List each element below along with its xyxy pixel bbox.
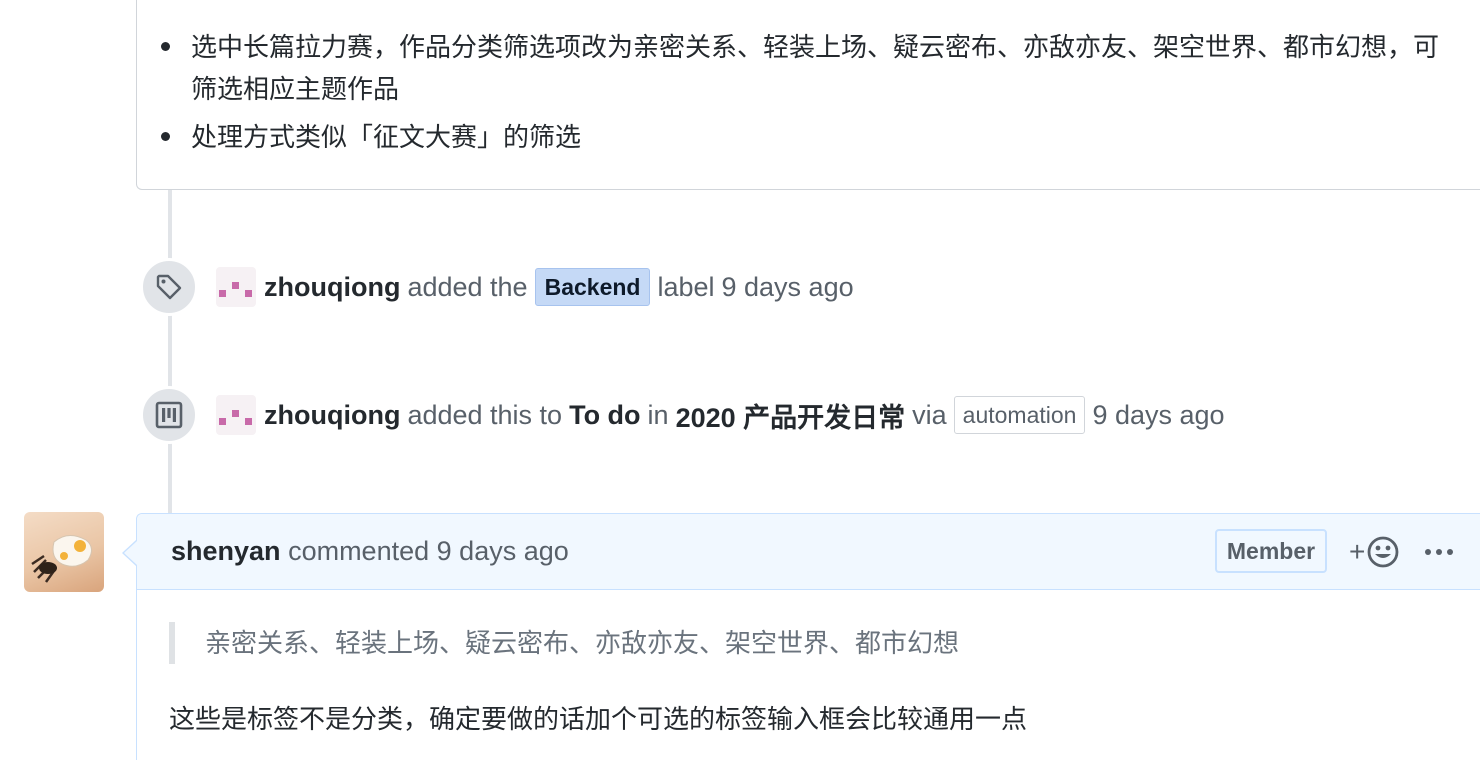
event-description: zhouqiong added the Backend label 9 days… — [264, 268, 854, 306]
automation-badge: automation — [953, 396, 1086, 434]
event-timestamp[interactable]: 9 days ago — [722, 272, 854, 303]
event-action-text: added this to — [407, 399, 563, 430]
comment-blockquote: 亲密关系、轻装上场、疑云密布、亦敌亦友、架空世界、都市幻想 — [169, 622, 959, 664]
kebab-horizontal-icon — [1425, 549, 1453, 555]
previous-comment-body: 选中长篇拉力赛，作品分类筛选项改为亲密关系、轻装上场、疑云密布、亦敌亦友、架空世… — [136, 0, 1480, 190]
avatar[interactable] — [216, 267, 256, 307]
timeline-event-project: zhouqiong added this to To do in 2020 产品… — [140, 386, 1225, 444]
project-icon — [155, 401, 183, 429]
more-options-button[interactable] — [1423, 536, 1455, 568]
comment-author-link[interactable]: shenyan — [171, 536, 281, 566]
event-action-text: added the — [407, 271, 528, 302]
comment-body-text: 这些是标签不是分类，确定要做的话加个可选的标签输入框会比较通用一点 — [169, 704, 1028, 734]
project-name-link[interactable]: 2020 产品开发日常 — [676, 396, 906, 435]
bullet-icon — [161, 132, 170, 141]
avatar-image — [31, 535, 92, 583]
event-description: zhouqiong added this to To do in 2020 产品… — [264, 396, 1225, 435]
plus-text: + — [1349, 536, 1366, 567]
event-author-link[interactable]: zhouqiong — [264, 400, 400, 431]
project-column-name: To do — [569, 399, 641, 430]
comment: shenyan commented 9 days ago Member + 亲密… — [136, 513, 1480, 760]
avatar[interactable] — [24, 512, 104, 592]
event-via-text: via — [912, 399, 947, 430]
comment-timestamp[interactable]: 9 days ago — [437, 536, 569, 566]
comment-header: shenyan commented 9 days ago Member + — [137, 514, 1480, 590]
issue-timeline: 选中长篇拉力赛，作品分类筛选项改为亲密关系、轻装上场、疑云密布、亦敌亦友、架空世… — [0, 0, 1480, 760]
comment-pointer-inner — [124, 541, 137, 565]
timeline-line — [168, 190, 172, 516]
bullet-icon — [161, 42, 170, 51]
list-item: 处理方式类似「征文大赛」的筛选 — [161, 116, 1441, 158]
tag-icon — [156, 274, 182, 300]
label-badge-backend[interactable]: Backend — [534, 268, 651, 306]
comment-action-text: commented — [288, 536, 430, 566]
member-badge: Member — [1215, 529, 1327, 573]
comment-list: 选中长篇拉力赛，作品分类筛选项改为亲密关系、轻装上场、疑云密布、亦敌亦友、架空世… — [161, 26, 1441, 164]
comment-meta: shenyan commented 9 days ago — [171, 536, 569, 567]
event-timestamp[interactable]: 9 days ago — [1092, 400, 1224, 431]
list-item-text: 选中长篇拉力赛，作品分类筛选项改为亲密关系、轻装上场、疑云密布、亦敌亦友、架空世… — [191, 32, 1440, 104]
event-in-text: in — [647, 399, 669, 430]
tag-icon-badge — [140, 258, 198, 316]
smiley-icon — [1367, 536, 1399, 568]
project-icon-badge — [140, 386, 198, 444]
timeline-event-labeled: zhouqiong added the Backend label 9 days… — [140, 258, 854, 316]
add-reaction-button[interactable]: + — [1349, 534, 1401, 570]
list-item-text: 处理方式类似「征文大赛」的筛选 — [191, 122, 582, 152]
event-post-text: label — [657, 271, 715, 302]
event-author-link[interactable]: zhouqiong — [264, 272, 400, 303]
avatar[interactable] — [216, 395, 256, 435]
list-item: 选中长篇拉力赛，作品分类筛选项改为亲密关系、轻装上场、疑云密布、亦敌亦友、架空世… — [161, 26, 1441, 110]
